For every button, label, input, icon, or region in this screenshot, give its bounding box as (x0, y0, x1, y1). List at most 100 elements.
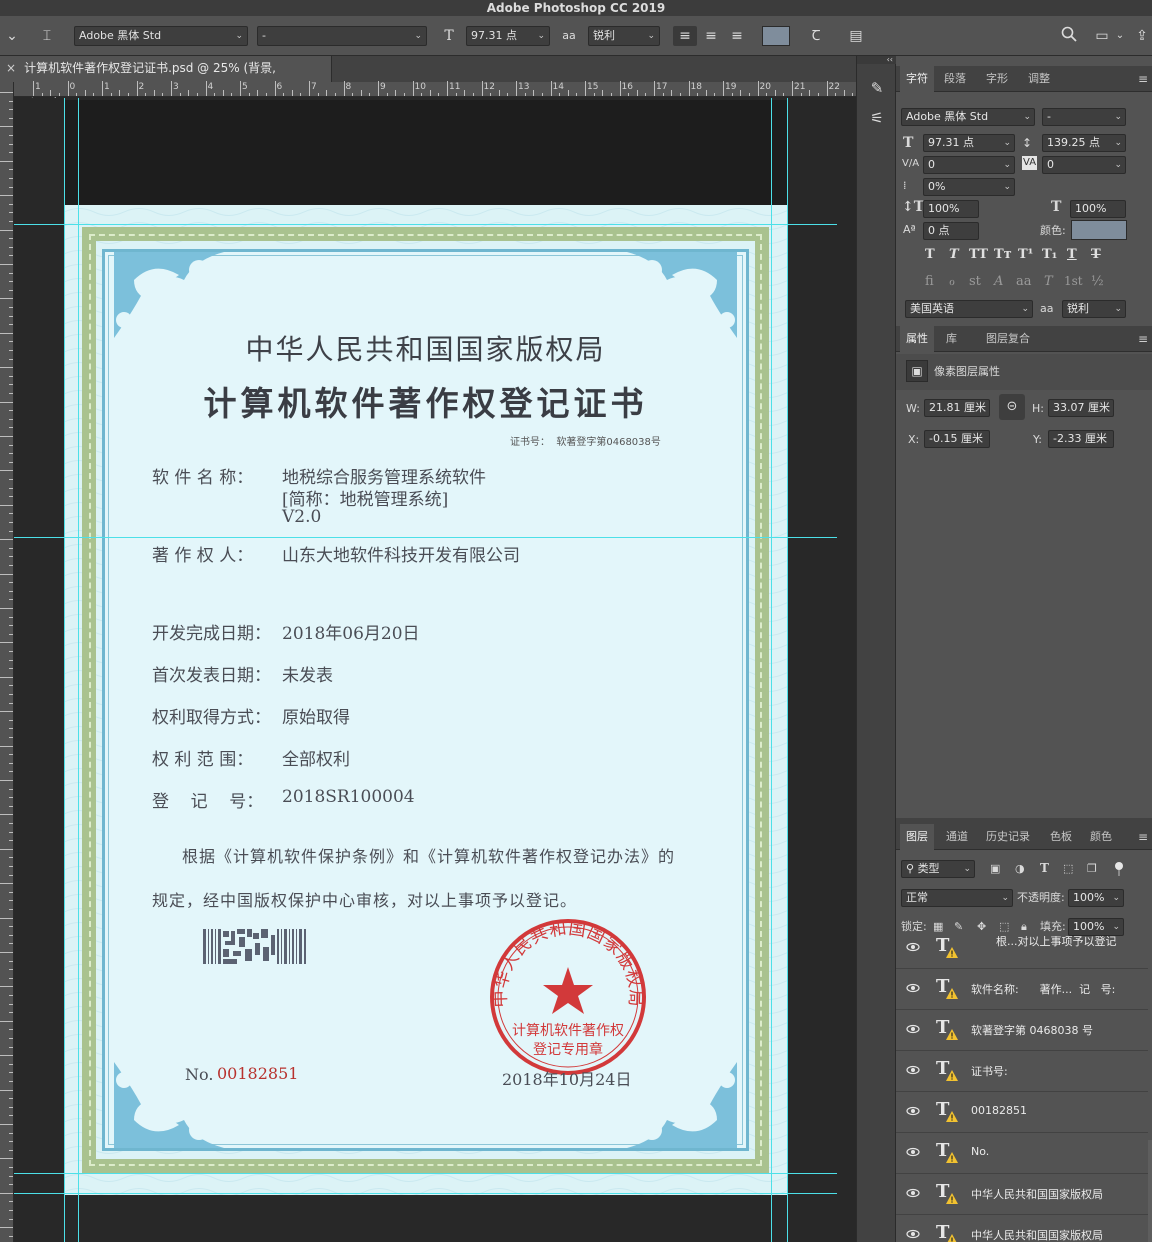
blend-mode-select[interactable]: 正常 ⌄ (901, 889, 1013, 907)
layer-row[interactable]: T 软件名称: 著作... 记 号: (896, 969, 1148, 1010)
filter-shape-icon[interactable]: ⬚ (1063, 861, 1073, 877)
ligature-icon[interactable]: fi (925, 274, 934, 289)
opacity-input[interactable]: 100% ⌄ (1068, 889, 1124, 907)
close-icon[interactable]: × (6, 61, 16, 75)
layer-row[interactable]: T 中华人民共和国国家版权局 (896, 1215, 1148, 1242)
share-icon[interactable]: ⇪ (1132, 26, 1152, 46)
lock-artboard-icon[interactable]: ⬚ (999, 919, 1009, 935)
visibility-eye-icon[interactable] (906, 1063, 920, 1077)
align-left-icon[interactable]: ≡ (673, 26, 697, 46)
guide-horizontal[interactable] (14, 1173, 837, 1174)
char-antialias-select[interactable]: 锐利 ⌄ (1062, 300, 1126, 318)
tab-history[interactable]: 历史记录 (980, 824, 1036, 850)
layer-row[interactable]: T 根...对以上事项予以登记 (896, 936, 1148, 969)
font-size-select[interactable]: 97.31 点 ⌄ (466, 26, 550, 46)
ordinals-icon[interactable]: 1st (1064, 274, 1083, 288)
guide-vertical[interactable] (771, 98, 772, 1242)
lock-pixels-icon[interactable]: ✎ (954, 919, 963, 935)
visibility-eye-icon[interactable] (906, 1186, 920, 1200)
discretionary-ligature-icon[interactable]: st (969, 274, 981, 289)
tab-layers[interactable]: 图层 (900, 824, 934, 850)
guide-horizontal[interactable] (14, 224, 837, 225)
visibility-eye-icon[interactable] (906, 981, 920, 995)
visibility-eye-icon[interactable] (906, 1145, 920, 1159)
superscript-icon[interactable]: T¹ (1018, 247, 1033, 262)
layers-scrollbar[interactable] (1148, 1140, 1152, 1242)
y-input[interactable]: -2.33 厘米 (1048, 430, 1114, 448)
tab-color[interactable]: 颜色 (1084, 824, 1118, 850)
brush-settings-icon[interactable]: ✎ (865, 76, 889, 100)
document-tab[interactable]: ×计算机软件著作权登记证书.psd @ 25% (背景, RGB/8#) (0, 56, 332, 99)
guide-horizontal[interactable] (14, 537, 837, 538)
antialias-select[interactable]: 锐利 ⌄ (588, 26, 660, 46)
lock-transparency-icon[interactable]: ▦ (933, 919, 943, 935)
strikethrough-icon[interactable]: T (1091, 247, 1101, 262)
character-panel-icon[interactable]: ▤ (845, 26, 867, 46)
layer-filter-select[interactable]: ⚲ 类型 ⌄ (901, 860, 975, 878)
layer-row[interactable]: T 00182851 (896, 1092, 1148, 1133)
char-font-style-select[interactable]: - ⌄ (1042, 108, 1126, 126)
font-family-select[interactable]: Adobe 黑体 Std ⌄ (74, 26, 248, 46)
fill-input[interactable]: 100% ⌄ (1068, 918, 1124, 936)
adjust-sliders-icon[interactable]: ⚟ (865, 106, 889, 130)
x-input[interactable]: -0.15 厘米 (924, 430, 990, 448)
tab-libraries[interactable]: 库 (940, 326, 963, 352)
height-input[interactable]: 33.07 厘米 (1048, 399, 1114, 417)
layer-row[interactable]: T 中华人民共和国国家版权局 (896, 1174, 1148, 1215)
visibility-eye-icon[interactable] (906, 1022, 920, 1036)
workspace-icon[interactable]: ▭ (1090, 26, 1114, 46)
tab-paragraph[interactable]: 段落 (938, 66, 972, 92)
char-color-swatch[interactable] (1071, 220, 1127, 240)
char-leading-input[interactable]: 139.25 点 ⌄ (1042, 134, 1126, 152)
visibility-eye-icon[interactable] (906, 1227, 920, 1241)
faux-italic-icon[interactable]: T (949, 247, 959, 262)
panel-menu-icon[interactable]: ≡ (1138, 66, 1148, 92)
tab-character[interactable]: 字符 (900, 66, 934, 92)
filter-type-icon[interactable]: T (1040, 860, 1049, 876)
stylistic-alternates-icon[interactable]: aa (1016, 274, 1032, 289)
expand-panels-icon[interactable]: ‹‹ (857, 56, 897, 64)
underline-icon[interactable]: T (1067, 247, 1077, 262)
tab-glyphs[interactable]: 字形 (980, 66, 1014, 92)
filter-adjustment-icon[interactable]: ◑ (1015, 861, 1025, 877)
tab-channels[interactable]: 通道 (940, 824, 974, 850)
tab-layer-comps[interactable]: 图层复合 (980, 326, 1036, 352)
width-input[interactable]: 21.81 厘米 (924, 399, 990, 417)
char-horizontal-scale-input[interactable]: 100% (1070, 200, 1126, 218)
small-caps-icon[interactable]: Tт (994, 247, 1012, 262)
filter-toggle[interactable] (1114, 860, 1124, 876)
text-color-swatch[interactable] (762, 26, 790, 46)
guide-vertical[interactable] (787, 98, 788, 1242)
char-font-size-input[interactable]: 97.31 点 ⌄ (923, 134, 1015, 152)
guide-vertical[interactable] (78, 98, 79, 1242)
certificate-canvas[interactable]: 中华人民共和国国家版权局 计算机软件著作权登记证书 证书号： 软著登字第0468… (64, 205, 787, 1195)
char-vertical-scale-input[interactable]: 100% (923, 200, 979, 218)
panel-menu-icon[interactable]: ≡ (1138, 824, 1148, 850)
char-kerning-input[interactable]: 0 ⌄ (923, 156, 1015, 174)
tab-properties[interactable]: 属性 (900, 326, 934, 352)
align-right-icon[interactable]: ≡ (725, 26, 749, 46)
horizontal-ruler[interactable]: 1 0 1 2 3 4 5 6 7 8 9 10 11 12 13 14 15 16 17 18 19 20 21 22 (14, 81, 856, 97)
panel-menu-icon[interactable]: ≡ (1138, 326, 1148, 352)
guide-horizontal[interactable] (14, 1193, 837, 1194)
search-icon[interactable] (1058, 26, 1080, 46)
vertical-ruler[interactable] (0, 82, 14, 1242)
font-style-select[interactable]: - ⌄ (257, 26, 427, 46)
layer-row[interactable]: T No. (896, 1133, 1148, 1174)
filter-pixel-icon[interactable]: ▣ (990, 861, 1000, 877)
all-caps-icon[interactable]: TT (969, 247, 988, 262)
faux-bold-icon[interactable]: T (925, 247, 935, 262)
visibility-eye-icon[interactable] (906, 1104, 920, 1118)
chevron-down-icon[interactable]: ⌄ (1114, 26, 1126, 46)
swash-icon[interactable]: A (994, 274, 1003, 289)
char-language-select[interactable]: 美国英语 ⌄ (905, 300, 1033, 318)
layer-row[interactable]: T 软著登字第 0468038 号 (896, 1010, 1148, 1051)
old-style-icon[interactable]: ℴ (949, 274, 955, 289)
layer-row[interactable]: T 证书号: (896, 1051, 1148, 1092)
titling-alternates-icon[interactable]: T (1044, 274, 1053, 289)
filter-smart-object-icon[interactable]: ❐ (1087, 861, 1097, 877)
char-tracking-input[interactable]: 0 ⌄ (1042, 156, 1126, 174)
warp-text-icon[interactable]: Ꞇ (805, 26, 827, 46)
char-baseline-shift-input[interactable]: 0 点 (923, 222, 979, 240)
tool-preset-chevron-icon[interactable]: ⌄ (4, 26, 20, 46)
